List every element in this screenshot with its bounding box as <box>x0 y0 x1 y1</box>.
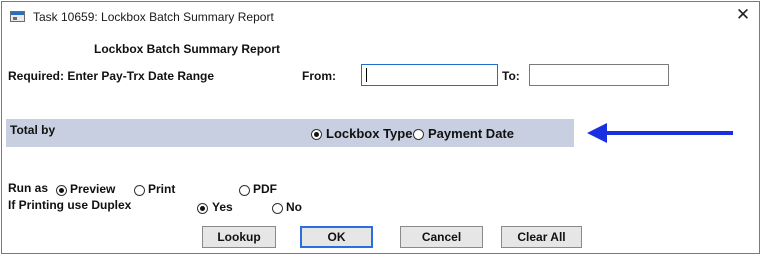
app-window-icon <box>10 11 25 22</box>
from-date-input[interactable] <box>361 64 498 86</box>
cancel-button[interactable]: Cancel <box>400 226 483 248</box>
text-caret <box>366 68 367 82</box>
ok-button[interactable]: OK <box>300 226 373 248</box>
run-as-label: Run as <box>8 181 49 195</box>
lockbox-type-label[interactable]: Lockbox Type <box>326 126 412 141</box>
duplex-yes-radio[interactable] <box>197 203 208 214</box>
close-icon[interactable]: ✕ <box>733 5 753 25</box>
arrow-left-icon <box>587 123 733 143</box>
print-radio[interactable] <box>134 185 145 196</box>
pdf-label[interactable]: PDF <box>253 182 277 196</box>
window-title: Task 10659: Lockbox Batch Summary Report <box>33 10 274 24</box>
date-range-required-label: Required: Enter Pay-Trx Date Range <box>8 69 215 83</box>
payment-date-radio[interactable] <box>413 129 424 140</box>
clear-all-button[interactable]: Clear All <box>501 226 582 248</box>
from-label: From: <box>302 69 336 83</box>
dialog-window: Task 10659: Lockbox Batch Summary Report… <box>1 1 760 254</box>
total-by-label: Total by <box>10 123 56 137</box>
preview-radio[interactable] <box>56 185 67 196</box>
to-date-input[interactable] <box>529 64 669 86</box>
payment-date-label[interactable]: Payment Date <box>428 126 514 141</box>
pdf-radio[interactable] <box>239 185 250 196</box>
dialog-content: Lockbox Batch Summary Report Required: E… <box>2 31 759 253</box>
lookup-button[interactable]: Lookup <box>202 226 276 248</box>
duplex-no-label[interactable]: No <box>286 200 302 214</box>
title-bar[interactable]: Task 10659: Lockbox Batch Summary Report… <box>2 2 759 31</box>
report-heading: Lockbox Batch Summary Report <box>94 42 281 56</box>
duplex-label: If Printing use Duplex <box>8 198 132 212</box>
duplex-yes-label[interactable]: Yes <box>212 200 233 214</box>
lockbox-type-radio[interactable] <box>311 129 322 140</box>
preview-label[interactable]: Preview <box>70 182 115 196</box>
duplex-no-radio[interactable] <box>272 203 283 214</box>
to-label: To: <box>502 69 520 83</box>
print-label[interactable]: Print <box>148 182 175 196</box>
total-by-band: Total by Lockbox Type Payment Date <box>6 119 574 147</box>
